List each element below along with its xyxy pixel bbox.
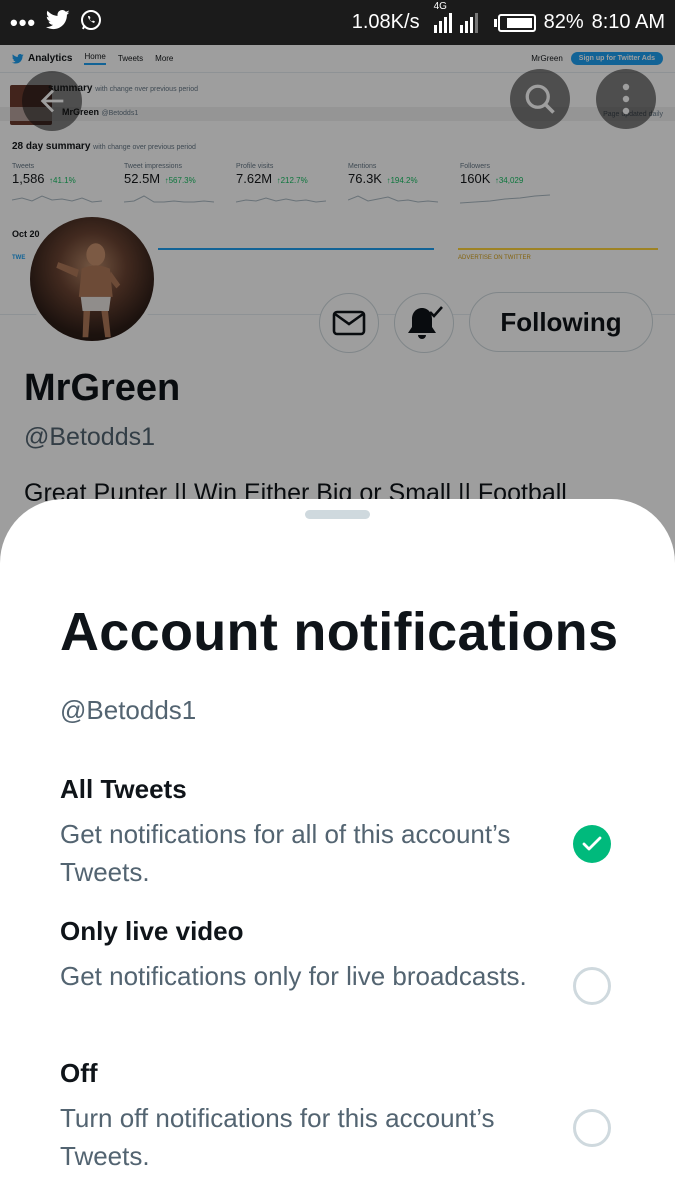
battery-icon [493, 13, 536, 32]
following-button[interactable]: Following [469, 292, 653, 352]
check-icon [582, 836, 602, 851]
analytics-logo: Analytics [12, 53, 72, 64]
sparkline-icon [124, 195, 214, 203]
option-description: Turn off notifications for this account’… [60, 1103, 495, 1171]
sheet-handle: @Betodds1 [60, 695, 197, 725]
avatar-photo-icon [56, 243, 121, 338]
twitter-bird-icon [45, 9, 70, 36]
sparkline-icon [348, 195, 438, 203]
more-vertical-icon [622, 83, 630, 115]
divider [158, 248, 434, 250]
radio-only-live-video[interactable] [573, 967, 611, 1005]
option-title: Off [60, 1058, 98, 1088]
notifications-bell-button[interactable] [394, 293, 454, 353]
analytics-nav-home: Home [84, 52, 106, 65]
ads-signup-button: Sign up for Twitter Ads [570, 52, 663, 65]
profile-name: MrGreen [24, 367, 181, 409]
sparkline-icon [12, 195, 102, 203]
option-title: All Tweets [60, 774, 187, 804]
network-speed: 1.08K/s [351, 11, 420, 33]
analytics-twe-label: TWE [12, 255, 26, 261]
sheet-drag-handle[interactable] [305, 510, 370, 519]
profile-handle: @Betodds1 [24, 423, 156, 451]
search-icon [525, 84, 555, 114]
option-only-live-video[interactable]: Only live video Get notifications only f… [60, 916, 660, 995]
analytics-topbar: Analytics Home Tweets More MrGreen Sign … [0, 45, 675, 73]
arrow-left-icon [40, 89, 64, 113]
analytics-nav-more: More [155, 54, 174, 63]
option-description: Get notifications only for live broadcas… [60, 961, 527, 991]
analytics-account: MrGreen [531, 54, 563, 63]
clock: 8:10 AM [591, 11, 665, 33]
twitter-logo-icon [12, 53, 24, 64]
radio-all-tweets[interactable] [573, 825, 611, 863]
stat-tweets: Tweets 1,586 ↑41.1% [12, 163, 124, 204]
sheet-title: Account notifications [60, 602, 619, 662]
option-title: Only live video [60, 916, 244, 946]
status-bar: ••• 1.08K/s 4G 82% 8:10 AM [0, 0, 675, 45]
whatsapp-icon [80, 9, 102, 37]
stat-profile-visits: Profile visits 7.62M ↑212.7% [236, 163, 348, 204]
stat-mentions: Mentions 76.3K ↑194.2% [348, 163, 460, 204]
analytics-period: 28 day summary with change over previous… [12, 141, 196, 152]
battery-percent: 82% [543, 11, 584, 33]
option-description: Get notifications for all of this accoun… [60, 819, 511, 887]
signal-icon: 4G [433, 1, 478, 33]
divider [458, 248, 658, 250]
stat-impressions: Tweet impressions 52.5M ↑567.3% [124, 163, 236, 204]
message-button[interactable] [319, 293, 379, 353]
option-off[interactable]: Off Turn off notifications for this acco… [60, 1058, 660, 1175]
analytics-stats: Tweets 1,586 ↑41.1% Tweet impressions 52… [12, 163, 572, 204]
mail-icon [332, 310, 366, 336]
banner-account-home: Account home [80, 87, 170, 103]
back-button[interactable] [22, 71, 82, 131]
option-all-tweets[interactable]: All Tweets Get notifications for all of … [60, 774, 660, 891]
network-type: 4G [433, 0, 447, 12]
bell-check-icon [408, 306, 443, 339]
sparkline-icon [236, 197, 326, 203]
analytics-advertise-label: ADVERTISE ON TWITTER [458, 255, 531, 261]
sparkline-icon [460, 194, 550, 204]
stat-followers: Followers 160K ↑34,029 [460, 163, 572, 204]
more-options-button[interactable] [596, 69, 656, 129]
account-notifications-sheet: Account notifications @Betodds1 All Twee… [0, 499, 675, 1200]
search-button[interactable] [510, 69, 570, 129]
avatar[interactable] [26, 213, 158, 345]
radio-off[interactable] [573, 1109, 611, 1147]
analytics-nav-tweets: Tweets [117, 54, 144, 63]
more-notifications-icon: ••• [10, 9, 37, 35]
analytics-month: Oct 20 [12, 229, 40, 239]
